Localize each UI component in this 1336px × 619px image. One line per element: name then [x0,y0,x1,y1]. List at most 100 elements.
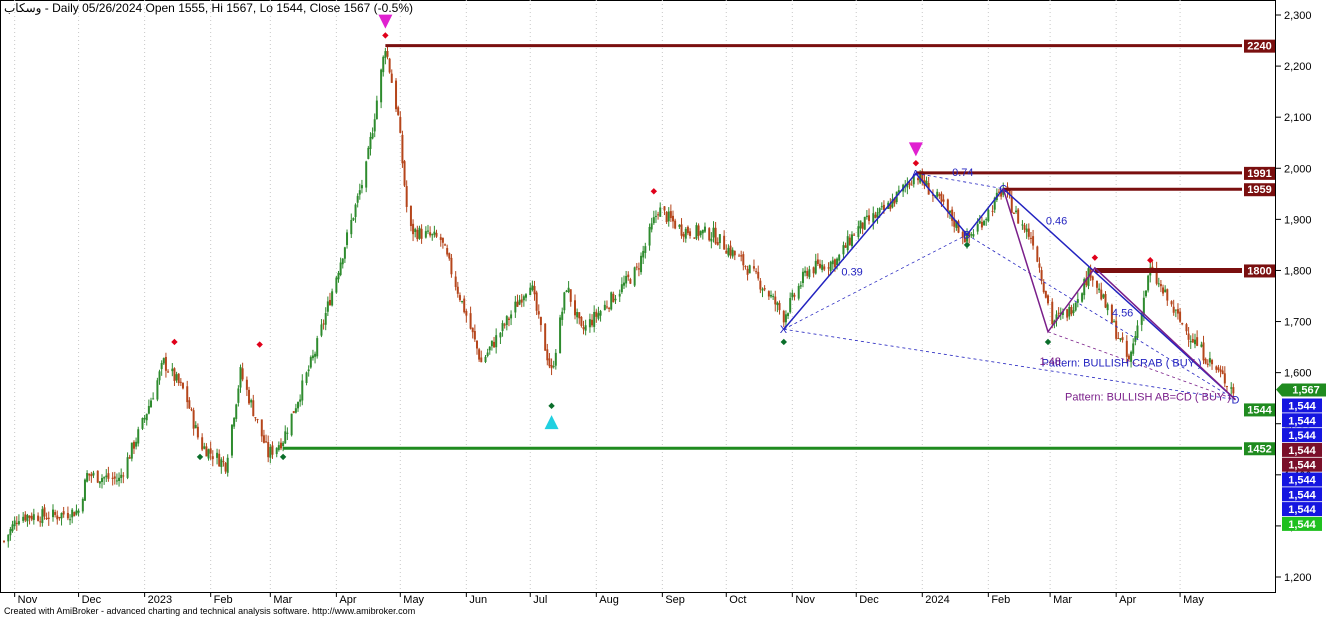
candle-body [552,366,555,368]
candle-body [156,380,159,400]
candle-body [126,457,129,478]
candle-body [237,388,240,403]
stack-label-text: 1,544 [1288,489,1316,501]
candle-body [1157,283,1160,285]
candle-body [978,220,981,224]
candle-body [1221,370,1224,374]
stack-label-text: 1,544 [1288,474,1316,486]
candle-body [92,472,95,476]
candle-body [173,368,176,381]
candle-body [563,292,566,311]
candle-body [499,332,502,338]
stack-label-text: 1,544 [1288,400,1316,412]
candle-body [874,214,877,218]
level-badge-text: 1800 [1247,265,1271,277]
candle-body [612,293,615,303]
candle-body [475,340,478,349]
candle-body [69,519,72,521]
candle-body [1070,306,1073,315]
crab-pattern-label: Pattern: BULLISH CRAB ( BUY ) [1042,358,1202,370]
candle-body [426,230,429,232]
level-badge-text: 1959 [1247,184,1271,196]
candle-body [1204,358,1207,364]
candle-body [689,231,692,236]
candle-body [507,318,510,321]
candle-body [544,323,547,351]
candle-body [522,296,525,301]
candle-body [275,447,278,455]
candle-body [265,441,268,443]
candle-body [373,119,376,132]
y-tick-label: 1,700 [1284,317,1312,329]
candle-body [297,402,300,409]
candle-body [207,449,210,459]
candle-body [591,319,594,326]
candle-body [256,419,259,421]
candle-body [47,517,50,519]
candle-body [514,301,517,313]
candle-body [614,298,617,301]
candle-body [554,352,557,366]
candle-body [584,325,587,331]
candle-body [712,227,715,238]
candle-body [26,515,29,522]
candle-body [1025,228,1028,232]
candle-body [218,453,221,467]
candle-body [559,317,562,354]
candle-body [309,357,312,368]
candle-body [299,399,302,402]
candle-body [86,473,89,482]
x-tick-label: 2024 [925,594,949,606]
candle-body [703,226,706,232]
chart-footer: Created with AmiBroker - advanced charti… [4,606,416,616]
candle-body [128,457,131,459]
candle-body [28,515,31,518]
candle-body [533,286,536,295]
candle-body [603,304,606,311]
candle-body [252,400,255,417]
candle-body [209,448,212,454]
candle-body [727,247,730,256]
candle-body [1098,288,1101,291]
candle-body [640,255,643,273]
candle-body [88,473,91,476]
candle-body [1174,309,1177,311]
candle-body [1021,224,1024,226]
candle-body [286,432,289,434]
candle-body [1023,225,1026,230]
candle-body [54,512,57,515]
price-chart[interactable]: 1,2001,3001,4001,5001,6001,7001,8001,900… [0,0,1336,619]
candle-body [599,311,602,316]
candle-body [277,445,280,450]
candle-body [360,185,363,189]
candle-body [910,184,913,186]
candle-body [831,260,834,265]
candle-body [784,314,787,323]
candle-body [823,266,826,270]
candle-body [510,314,513,319]
candle-body [15,522,18,524]
candle-body [58,516,61,519]
candle-body [454,276,457,287]
candle-body [1193,339,1196,345]
candle-body [742,254,745,266]
candle-body [147,405,150,414]
candle-body [420,228,423,239]
candle-body [371,133,374,139]
candle-body [401,134,404,164]
candle-body [942,199,945,202]
x-tick-label: Dec [82,594,102,606]
candle-body [605,306,608,308]
candle-body [850,234,853,247]
candle-body [618,293,621,297]
stack-label-text: 1,544 [1288,504,1316,516]
candle-body [346,232,349,246]
candle-body [367,147,370,159]
candle-body [322,323,325,325]
abcd-ratio-label: 1.48 [1039,356,1060,368]
x-tick-label: Mar [1053,594,1072,606]
candle-body [1066,309,1069,318]
candle-body [412,223,415,235]
last-price-text: 1,567 [1292,384,1320,396]
candle-body [216,452,219,458]
